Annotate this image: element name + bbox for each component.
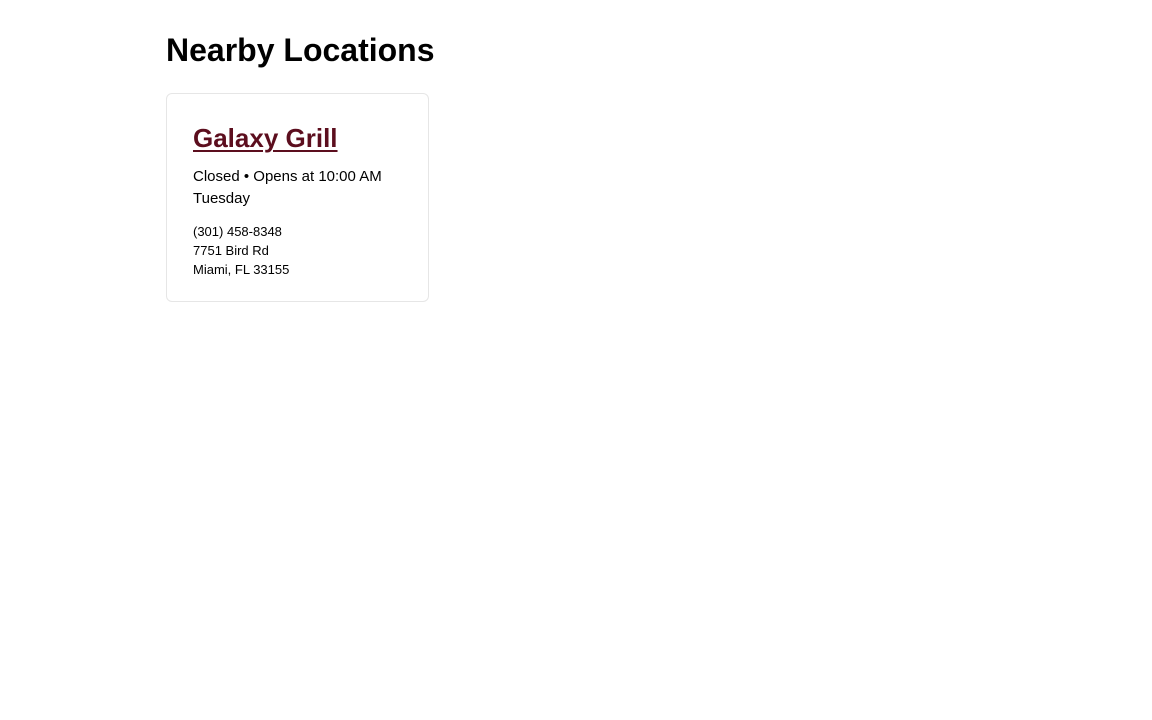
location-name-link[interactable]: Galaxy Grill — [193, 120, 338, 156]
page: Nearby Locations Galaxy Grill Closed • O… — [0, 0, 1152, 720]
page-title: Nearby Locations — [166, 32, 435, 68]
address-street: 7751 Bird Rd — [193, 243, 269, 258]
hours-status: Closed • Opens at 10:00 AM Tuesday — [193, 168, 382, 207]
contact-info: (301) 458-8348 7751 Bird Rd Miami, FL 33… — [193, 222, 402, 279]
address-city: Miami, FL 33155 — [193, 262, 290, 277]
phone-number: (301) 458-8348 — [193, 224, 282, 239]
location-card: Galaxy Grill Closed • Opens at 10:00 AM … — [166, 93, 429, 302]
